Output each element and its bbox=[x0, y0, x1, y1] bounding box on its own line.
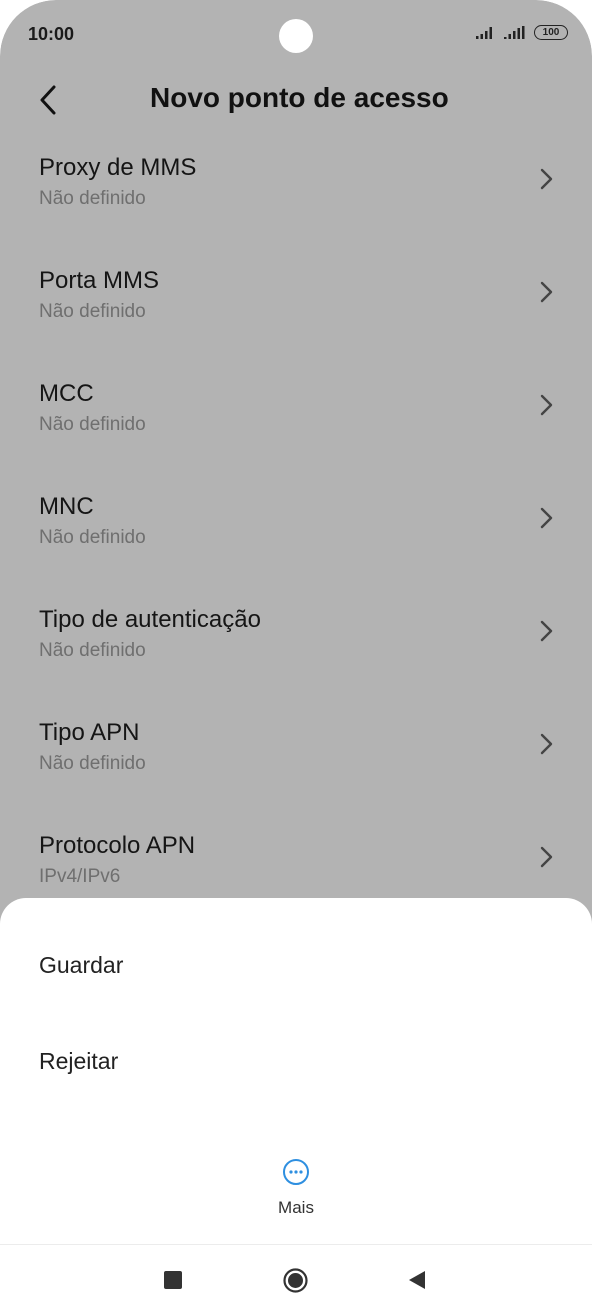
setting-title: Proxy de MMS bbox=[39, 154, 197, 181]
camera-cutout bbox=[279, 19, 313, 53]
chevron-right-icon bbox=[540, 507, 553, 529]
setting-apn-type[interactable]: Tipo APN Não definido bbox=[0, 719, 592, 832]
setting-value: Não definido bbox=[39, 640, 146, 661]
chevron-right-icon bbox=[540, 733, 553, 755]
setting-title: Tipo de autenticação bbox=[39, 606, 261, 633]
chevron-right-icon bbox=[540, 168, 553, 190]
setting-title: Porta MMS bbox=[39, 267, 160, 294]
nav-back-button[interactable] bbox=[407, 1270, 427, 1290]
page-title: Novo ponto de acesso bbox=[150, 82, 449, 113]
status-icons: 100 bbox=[476, 25, 568, 40]
setting-value: Não definido bbox=[39, 753, 146, 774]
chevron-right-icon bbox=[540, 281, 553, 303]
signal-icon-2 bbox=[504, 25, 525, 39]
setting-title: MCC bbox=[39, 380, 94, 407]
setting-value: Não definido bbox=[39, 527, 146, 548]
chevron-right-icon bbox=[540, 846, 553, 868]
dim-overlay[interactable]: 10:00 100 Novo ponto de acesso Proxy de … bbox=[0, 0, 592, 930]
setting-value: Não definido bbox=[39, 414, 146, 435]
home-button[interactable] bbox=[283, 1268, 308, 1293]
back-arrow-icon bbox=[40, 85, 56, 115]
setting-auth-type[interactable]: Tipo de autenticação Não definido bbox=[0, 606, 592, 719]
discard-menu-item[interactable]: Rejeitar bbox=[39, 1048, 118, 1075]
setting-title: Tipo APN bbox=[39, 719, 140, 746]
setting-mms-proxy[interactable]: Proxy de MMS Não definido bbox=[0, 154, 592, 267]
more-button[interactable]: Mais bbox=[256, 1156, 336, 1220]
more-label: Mais bbox=[278, 1198, 314, 1217]
chevron-right-icon bbox=[540, 620, 553, 642]
battery-icon: 100 bbox=[534, 25, 568, 40]
setting-mnc[interactable]: MNC Não definido bbox=[0, 493, 592, 606]
save-menu-item[interactable]: Guardar bbox=[39, 952, 123, 979]
setting-value: Não definido bbox=[39, 188, 146, 209]
screen: 10:00 100 Novo ponto de acesso Proxy de … bbox=[0, 0, 592, 1316]
setting-mms-port[interactable]: Porta MMS Não definido bbox=[0, 267, 592, 380]
back-button[interactable] bbox=[34, 82, 64, 118]
setting-title: MNC bbox=[39, 493, 94, 520]
recents-button[interactable] bbox=[164, 1271, 182, 1289]
setting-value: IPv4/IPv6 bbox=[39, 866, 121, 887]
chevron-right-icon bbox=[540, 394, 553, 416]
setting-title: Protocolo APN bbox=[39, 832, 196, 859]
divider bbox=[0, 1244, 592, 1245]
more-dots-icon bbox=[283, 1159, 309, 1185]
setting-value: Não definido bbox=[39, 301, 146, 322]
options-sheet: Guardar Rejeitar Mais bbox=[0, 898, 592, 1316]
setting-mcc[interactable]: MCC Não definido bbox=[0, 380, 592, 493]
status-time: 10:00 bbox=[28, 24, 75, 44]
signal-icon bbox=[476, 26, 492, 39]
